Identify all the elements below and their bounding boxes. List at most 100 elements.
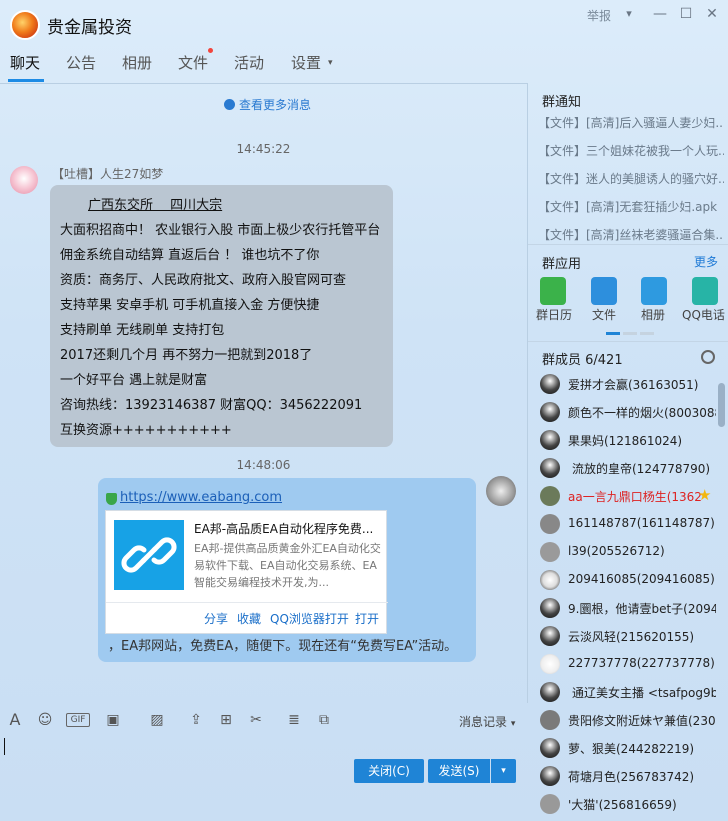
member-avatar [540, 458, 560, 478]
link-preview-card[interactable]: EA邦-高品质EA自动化程序免费... EA邦-提供高品质黄金外汇EA自动化交易… [105, 510, 388, 634]
gif-icon[interactable]: GIF [66, 713, 90, 727]
tab-files[interactable]: 文件 [178, 52, 208, 73]
apps-title: 群应用 [542, 257, 582, 272]
message-bubble-self[interactable]: https://www.eabang.com EA邦-高品质EA自动化程序免费.… [98, 478, 476, 662]
app-label[interactable]: 文件 [592, 306, 616, 323]
message-line: 佣金系统自动结算 直返后台 ！ 谁也坑不了你 [60, 248, 320, 263]
video-icon[interactable]: ▣ [104, 711, 122, 729]
member-item[interactable]: 果果妈(121861024) [540, 428, 716, 452]
tab-album[interactable]: 相册 [122, 52, 152, 73]
gift-icon[interactable]: ⊞ [217, 711, 235, 729]
member-item[interactable]: 227737778(227737778) [540, 652, 716, 676]
font-icon[interactable]: A [6, 711, 24, 729]
member-name: 果果妈(121861024) [568, 434, 683, 448]
notice-item[interactable]: 【文件】[高清]无套狂插少妇.apk [538, 198, 724, 215]
member-item[interactable]: 161148787(161148787) [540, 512, 716, 536]
member-item[interactable]: l39(205526712) [540, 540, 716, 564]
search-icon[interactable] [701, 350, 715, 364]
view-more-messages-link[interactable]: 查看更多消息 [224, 96, 311, 113]
member-item[interactable]: 通辽美女主播 <tsafpog9b [540, 680, 716, 704]
chat-area[interactable]: 查看更多消息 14:45:22 【吐槽】人生27如梦 广西东交所 四川大宗 大面… [0, 83, 528, 703]
member-name: 161148787(161148787) [568, 516, 715, 530]
member-avatar [540, 626, 560, 646]
send-options-icon[interactable]: ▾ [491, 759, 516, 783]
notice-item[interactable]: 【文件】[高清]丝袜老婆骚逼合集... [538, 226, 724, 243]
menu-dropdown-icon[interactable]: ▾ [620, 5, 638, 23]
member-item[interactable]: '大猫'(256816659) [540, 792, 716, 816]
member-item[interactable]: aa一言九鼎口杨生(1362 ★ [540, 484, 716, 508]
message-bubble[interactable]: 广西东交所 四川大宗 大面积招商中！ 农业银行入股 市面上极少农行托管平台 佣金… [50, 185, 393, 447]
member-list-scrollbar[interactable] [718, 383, 725, 427]
tab-announcement[interactable]: 公告 [66, 52, 96, 73]
member-item[interactable]: 贵阳修文附近妹ヤ兼值(2306 [540, 708, 716, 732]
card-actions: 分享 收藏 QQ浏览器打开 打开 [106, 602, 388, 634]
member-item[interactable]: 云淡风轻(215620155) [540, 624, 716, 648]
message-link[interactable]: https://www.eabang.com [120, 490, 282, 505]
scissors-icon[interactable]: ✂ [247, 711, 265, 729]
image-icon[interactable]: ▨ [148, 711, 166, 729]
message-line: 广西东交所 四川大宗 [60, 193, 383, 218]
member-avatar [540, 710, 560, 730]
notice-item[interactable]: 【文件】迷人的美腿诱人的骚穴好... [538, 170, 724, 187]
clipboard-icon[interactable]: ≣ [285, 711, 303, 729]
app-label[interactable]: QQ电话 [682, 306, 725, 323]
member-name: aa一言九鼎口杨生(1362 [568, 490, 702, 504]
app-label[interactable]: 相册 [641, 306, 665, 323]
member-item[interactable]: 颜色不一样的烟火(80030888 [540, 400, 716, 424]
close-chat-button[interactable]: 关闭(C) [354, 759, 424, 783]
message-input[interactable] [0, 737, 528, 757]
sender-name[interactable]: 【吐槽】人生27如梦 [52, 165, 163, 182]
member-item[interactable]: 209416085(209416085) [540, 568, 716, 592]
message-line: 咨询热线：13923146387 财富QQ：3456222091 [60, 398, 363, 413]
notice-item[interactable]: 【文件】三个姐妹花被我一个人玩... [538, 142, 724, 159]
divider [528, 341, 728, 342]
tab-bar: 聊天 公告 相册 文件 活动 设置 ▾ [0, 46, 528, 82]
group-avatar[interactable] [10, 10, 40, 40]
message-text: ，EA邦网站，免费EA，随便下。现在还有“免费写EA”活动。 [108, 639, 458, 654]
send-button[interactable]: 发送(S) [428, 759, 490, 783]
minimize-button[interactable]: — [651, 5, 669, 23]
calendar-icon[interactable] [540, 277, 566, 305]
sender-avatar[interactable] [10, 166, 38, 194]
member-avatar [540, 430, 560, 450]
close-button[interactable]: ✕ [703, 5, 721, 23]
member-item[interactable]: 萝、狠美(244282219) [540, 736, 716, 760]
app-label[interactable]: 群日历 [536, 306, 572, 323]
open-in-qq-browser-button[interactable]: QQ浏览器打开 [270, 610, 349, 627]
phone-icon[interactable] [692, 277, 718, 305]
share-button[interactable]: 分享 [204, 610, 228, 627]
member-item[interactable]: 流放的皇帝(124778790) [540, 456, 716, 480]
side-panel: 群通知 【文件】[高清]后入骚逼人妻少妇... 【文件】三个姐妹花被我一个人玩.… [528, 83, 728, 821]
apps-more-link[interactable]: 更多 [694, 253, 718, 270]
upload-icon[interactable]: ⇪ [187, 711, 205, 729]
member-item[interactable]: 爱拼才会赢(36163051) [540, 372, 716, 396]
star-icon: ★ [698, 486, 712, 504]
member-item[interactable]: 9.圜根，他请壹bet子(2094 [540, 596, 716, 620]
message-line: 支持刷单 无线刷单 支持打包 [60, 323, 225, 338]
message-history-button[interactable]: 消息记录 ▾ [459, 713, 515, 730]
emoji-icon[interactable]: ☺ [36, 711, 54, 729]
tab-chat[interactable]: 聊天 [10, 52, 40, 73]
member-name: 云淡风轻(215620155) [568, 630, 695, 644]
members-title: 群成员 6/421 [542, 353, 623, 368]
favorite-button[interactable]: 收藏 [237, 610, 261, 627]
maximize-button[interactable]: ☐ [677, 5, 695, 23]
tab-activity[interactable]: 活动 [234, 52, 264, 73]
message-line: 一个好平台 遇上就是财富 [60, 373, 208, 388]
group-title: 贵金属投资 [47, 18, 132, 38]
message-line: 支持苹果 安卓手机 可手机直接入金 方便快捷 [60, 298, 320, 313]
member-avatar [540, 794, 560, 814]
screenshot-icon[interactable]: ⧉ [315, 711, 333, 729]
file-icon[interactable] [591, 277, 617, 305]
report-button[interactable]: 举报 [587, 7, 611, 24]
member-avatar [540, 514, 560, 534]
album-icon[interactable] [641, 277, 667, 305]
member-name: 227737778(227737778) [568, 656, 715, 670]
member-name: 流放的皇帝(124778790) [572, 462, 711, 476]
self-avatar[interactable] [486, 476, 516, 506]
timestamp: 14:48:06 [236, 458, 291, 472]
tab-settings[interactable]: 设置 [291, 52, 321, 73]
notice-item[interactable]: 【文件】[高清]后入骚逼人妻少妇... [538, 114, 724, 131]
open-button[interactable]: 打开 [355, 610, 379, 627]
member-item[interactable]: 荷塘月色(256783742) [540, 764, 716, 788]
